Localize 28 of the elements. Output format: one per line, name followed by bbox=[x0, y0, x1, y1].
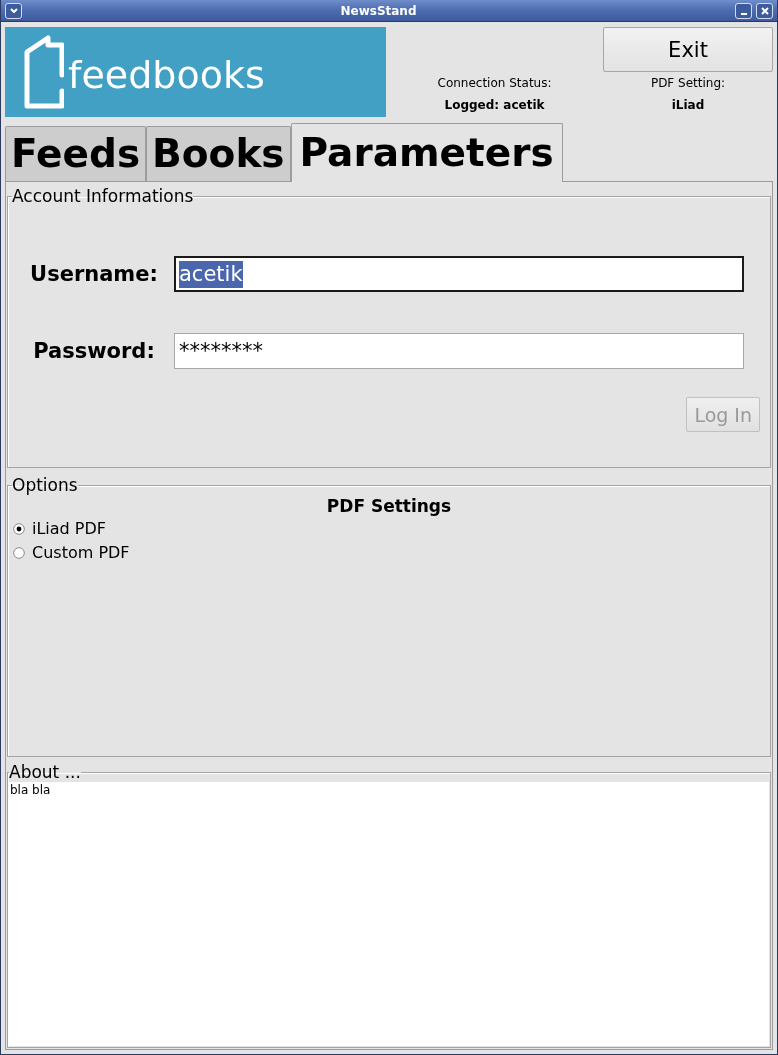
status-label: Connection Status: bbox=[437, 76, 552, 91]
tab[interactable]: Feeds bbox=[5, 126, 147, 181]
text-area[interactable]: bla bla bbox=[9, 782, 769, 1046]
chevron-down-icon bbox=[9, 8, 18, 13]
field-label: Username: bbox=[29, 262, 159, 286]
group-title: About ... bbox=[9, 762, 81, 782]
logo-text: feedbooks bbox=[68, 53, 265, 97]
exit-button[interactable]: Exit bbox=[603, 27, 773, 72]
field-label: Password: bbox=[32, 339, 156, 363]
group-title: Account Informations bbox=[12, 186, 194, 206]
window-menu-button[interactable] bbox=[5, 2, 22, 19]
radio-option[interactable]: Custom PDF bbox=[13, 541, 130, 565]
pdf-setting-label: PDF Setting: bbox=[650, 76, 726, 91]
radio-option[interactable]: iLiad PDF bbox=[13, 517, 107, 541]
section-heading: PDF Settings bbox=[325, 495, 453, 517]
minimize-button[interactable] bbox=[735, 2, 752, 19]
group-title: Options bbox=[12, 475, 78, 495]
close-button[interactable] bbox=[756, 2, 773, 19]
pdf-setting-value: iLiad bbox=[671, 98, 705, 113]
window-title: NewsStand bbox=[339, 3, 418, 18]
input-field[interactable]: acetik bbox=[174, 256, 744, 292]
close-icon bbox=[760, 6, 769, 15]
tab[interactable]: Books bbox=[146, 126, 291, 181]
input-field[interactable]: ******** bbox=[174, 333, 744, 369]
book-icon bbox=[24, 35, 64, 109]
tab[interactable]: Parameters bbox=[290, 123, 563, 182]
minimize-icon bbox=[740, 12, 747, 15]
status-value: Logged: acetik bbox=[444, 98, 545, 113]
